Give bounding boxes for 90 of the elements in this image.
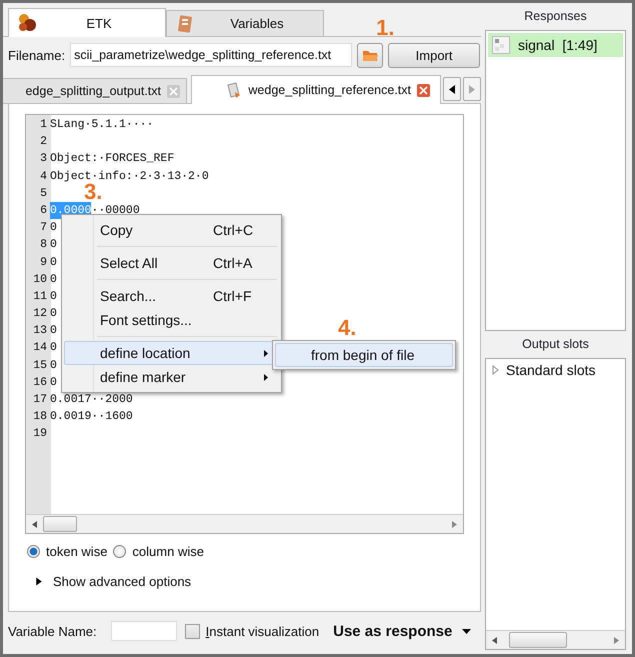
left-arrow-icon (492, 636, 497, 644)
line-number: 9 (39, 254, 48, 270)
code-line: 0.0019··1600 (50, 409, 133, 426)
main-tab[interactable]: ETK (8, 8, 166, 37)
code-line: 0 (50, 340, 57, 356)
file-tab[interactable]: wedge_splitting_reference.txt (191, 75, 441, 104)
code-line: 0 (50, 288, 57, 305)
output-slots-title: Output slots (521, 336, 590, 353)
browse-button[interactable] (357, 42, 384, 68)
folder-icon (362, 48, 378, 62)
code-line: 0 (50, 358, 57, 374)
menu-item[interactable]: define marker (64, 365, 279, 389)
filename-label: Filename: (8, 48, 66, 62)
response-item[interactable]: signal [1:49] (488, 33, 623, 57)
variable-name-label: Variable Name: (8, 624, 97, 638)
line-number: 13 (32, 323, 48, 340)
menu-item[interactable]: Search... Ctrl+F (64, 284, 279, 308)
code-line: SLang·5.1.1···· (50, 117, 154, 133)
code-line: 0 (50, 323, 57, 340)
code-line: 0 (50, 272, 57, 288)
dropdown-arrow-icon (462, 628, 472, 634)
gears-icon (17, 13, 37, 33)
horizontal-scrollbar[interactable] (486, 630, 625, 649)
line-number: 12 (32, 306, 48, 322)
code-line: Object:·FORCES_REF (50, 151, 174, 168)
line-number: 6 (39, 202, 48, 219)
step-number-label: 1. (376, 16, 394, 38)
line-number: 3 (39, 151, 48, 168)
close-icon[interactable] (417, 84, 430, 96)
close-icon[interactable] (167, 84, 180, 98)
text-editor[interactable] (25, 114, 464, 534)
horizontal-scrollbar[interactable] (26, 514, 463, 533)
line-number: 4 (39, 168, 48, 185)
expand-arrow-icon[interactable] (35, 575, 43, 588)
variable-name-field[interactable] (110, 621, 177, 641)
left-arrow-icon (449, 84, 455, 94)
shortcut-label: Ctrl+F (213, 288, 252, 304)
checkbox-label[interactable]: Instant visualization (206, 624, 320, 638)
import-button[interactable]: Import (388, 42, 480, 68)
line-number: 2 (39, 134, 48, 150)
code-line: 0 (50, 237, 57, 254)
document-icon (226, 82, 242, 98)
menu-item[interactable]: from begin of file (275, 343, 453, 367)
step-number-label: 3. (84, 181, 102, 203)
radio-button[interactable] (113, 545, 126, 558)
line-number: 10 (32, 272, 48, 288)
line-number: 19 (32, 426, 48, 442)
code-line: Object·info:·2·3·13·2·0 (50, 168, 209, 184)
menu-item[interactable]: Copy Ctrl+C (64, 218, 279, 242)
line-number: 11 (32, 288, 48, 305)
menu-item[interactable]: Select All Ctrl+A (64, 251, 279, 275)
code-line: 0 (50, 220, 57, 236)
line-number: 8 (39, 237, 48, 254)
line-number: 16 (32, 374, 48, 391)
code-line: 0.0017··2000 (50, 392, 133, 408)
scrollbar-thumb[interactable] (43, 516, 77, 532)
code-line: 0 (50, 374, 57, 391)
tree-item[interactable]: Standard slots (506, 362, 596, 378)
line-number: 5 (39, 186, 48, 202)
code-line: ··00000 (91, 202, 140, 219)
line-number: 14 (32, 340, 48, 356)
step-number-label: 4. (338, 317, 356, 339)
line-number: 18 (32, 409, 48, 426)
scrollbar-thumb[interactable] (509, 632, 567, 648)
scroll-left-button[interactable] (443, 77, 461, 101)
radio-label[interactable]: token wise (46, 544, 108, 559)
shortcut-label: Ctrl+A (213, 255, 254, 271)
line-number: 7 (39, 220, 48, 236)
right-arrow-icon (469, 84, 475, 94)
notepad-icon (175, 14, 195, 34)
radio-label[interactable]: column wise (132, 544, 204, 559)
filename-field[interactable]: scii_parametrize\wedge_splitting_reference.txt (70, 43, 352, 67)
line-number: 17 (32, 392, 48, 408)
responses-title: Responses (523, 8, 588, 25)
code-line: 0 (50, 254, 57, 270)
use-as-response-dropdown[interactable]: Use as response (333, 622, 472, 640)
left-arrow-icon (32, 520, 37, 528)
grid-icon (492, 36, 510, 54)
menu-item[interactable]: Font settings... (64, 308, 279, 332)
right-arrow-icon (452, 520, 457, 528)
right-arrow-icon (614, 636, 619, 644)
main-tab[interactable]: Variables (166, 10, 324, 36)
code-line: 0 (50, 306, 57, 322)
checkbox[interactable] (184, 624, 200, 638)
advanced-options-toggle[interactable]: Show advanced options (53, 574, 192, 589)
shortcut-label: Ctrl+C (213, 222, 254, 238)
line-number: 15 (32, 358, 48, 374)
radio-button[interactable] (27, 545, 40, 558)
file-tab[interactable]: edge_splitting_output.txt (3, 78, 187, 103)
line-number: 1 (39, 117, 48, 133)
